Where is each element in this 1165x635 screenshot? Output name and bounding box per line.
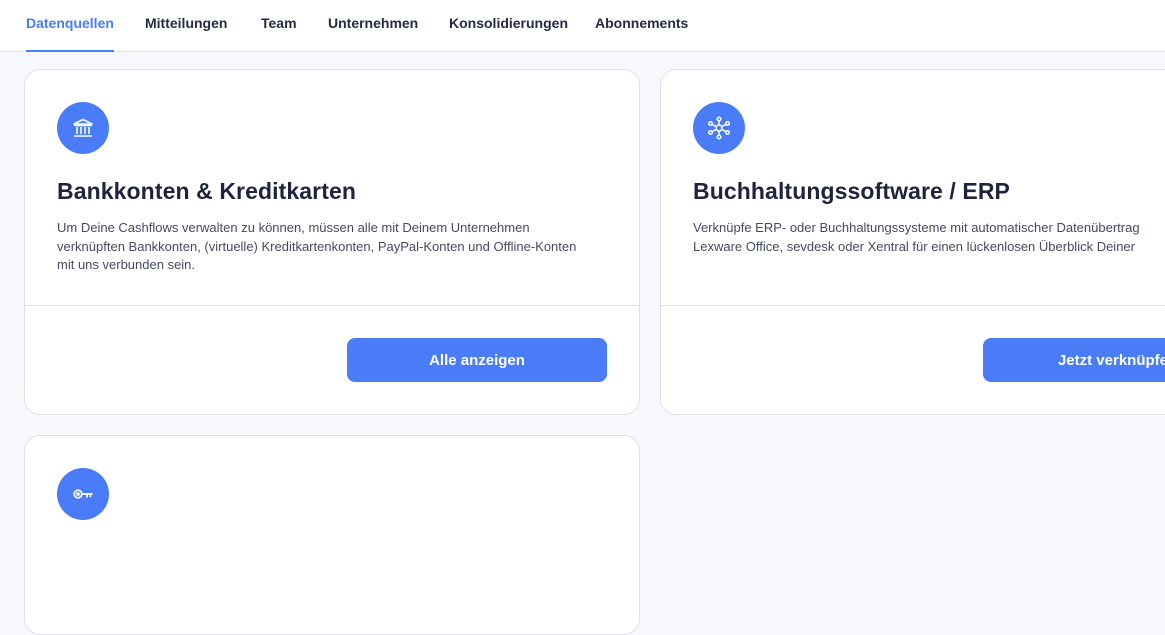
show-all-button[interactable]: Alle anzeigen — [347, 338, 607, 382]
card-divider — [661, 305, 1165, 306]
tab-abonnements[interactable]: Abonnements — [595, 0, 688, 52]
tab-bar: Datenquellen Mitteilungen Team Unternehm… — [0, 0, 1165, 52]
tab-datenquellen[interactable]: Datenquellen — [26, 0, 114, 52]
tab-mitteilungen[interactable]: Mitteilungen — [145, 0, 227, 52]
tab-konsolidierungen[interactable]: Konsolidierungen — [449, 0, 568, 52]
bank-card-title: Bankkonten & Kreditkarten — [57, 178, 357, 204]
connect-now-button[interactable]: Jetzt verknüpfe — [983, 338, 1165, 382]
network-icon — [693, 102, 745, 154]
erp-card: Buchhaltungssoftware / ERP Verknüpfe ERP… — [660, 69, 1165, 415]
erp-description-line-2: Lexware Office, sevdesk oder Xentral für… — [693, 238, 1135, 254]
tab-unternehmen[interactable]: Unternehmen — [328, 0, 418, 52]
bank-card-description: Um Deine Cashflows verwalten zu können, … — [57, 220, 577, 272]
erp-card-description: Verknüpfe ERP- oder Buchhaltungssysteme … — [693, 219, 1165, 256]
card-divider — [25, 305, 639, 306]
bank-icon — [57, 102, 109, 154]
key-icon — [57, 468, 109, 520]
tab-team[interactable]: Team — [261, 0, 297, 52]
bank-accounts-card: Bankkonten & Kreditkarten Um Deine Cashf… — [24, 69, 640, 415]
erp-card-title: Buchhaltungssoftware / ERP — [693, 178, 1010, 204]
api-key-card — [24, 435, 640, 635]
erp-description-line-1: Verknüpfe ERP- oder Buchhaltungssysteme … — [693, 220, 1140, 235]
